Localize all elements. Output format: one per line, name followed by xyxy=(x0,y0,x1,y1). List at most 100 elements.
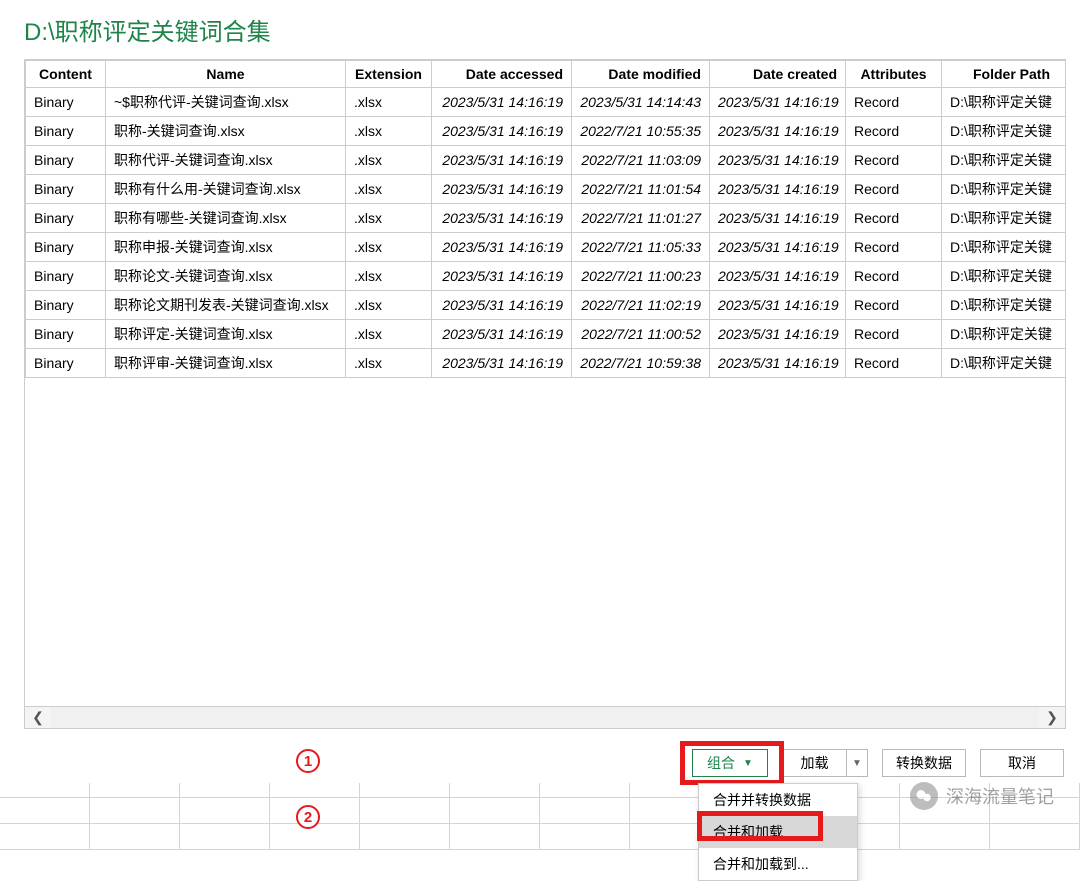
cell-date-created: 2023/5/31 14:16:19 xyxy=(710,88,846,117)
cell-content: Binary xyxy=(26,349,106,378)
table-row[interactable]: Binary职称论文期刊发表-关键词查询.xlsx.xlsx2023/5/31 … xyxy=(26,291,1066,320)
table-row[interactable]: Binary~$职称代评-关键词查询.xlsx.xlsx2023/5/31 14… xyxy=(26,88,1066,117)
scroll-track[interactable] xyxy=(51,707,1039,728)
cell-date-created: 2023/5/31 14:16:19 xyxy=(710,204,846,233)
cell-name: 职称论文期刊发表-关键词查询.xlsx xyxy=(106,291,346,320)
load-split-button: 加载 ▼ xyxy=(782,749,868,777)
cell-date-created: 2023/5/31 14:16:19 xyxy=(710,175,846,204)
col-header-date-modified[interactable]: Date modified xyxy=(572,61,710,88)
cell-attributes: Record xyxy=(846,233,942,262)
cell-content: Binary xyxy=(26,117,106,146)
cell-attributes: Record xyxy=(846,88,942,117)
cell-date-accessed: 2023/5/31 14:16:19 xyxy=(432,233,572,262)
table-row[interactable]: Binary职称-关键词查询.xlsx.xlsx2023/5/31 14:16:… xyxy=(26,117,1066,146)
cell-name: ~$职称代评-关键词查询.xlsx xyxy=(106,88,346,117)
table-row[interactable]: Binary职称评审-关键词查询.xlsx.xlsx2023/5/31 14:1… xyxy=(26,349,1066,378)
cell-attributes: Record xyxy=(846,175,942,204)
cell-content: Binary xyxy=(26,88,106,117)
cell-date-modified: 2022/7/21 10:59:38 xyxy=(572,349,710,378)
cell-folder-path: D:\职称评定关键 xyxy=(942,349,1066,378)
table-row[interactable]: Binary职称有什么用-关键词查询.xlsx.xlsx2023/5/31 14… xyxy=(26,175,1066,204)
cell-content: Binary xyxy=(26,146,106,175)
cell-date-modified: 2022/7/21 11:00:23 xyxy=(572,262,710,291)
dialog-button-row: 组合 ▼ 合并并转换数据 合并和加载 合并和加载到... 加载 ▼ 转换数据 取… xyxy=(0,729,1080,777)
col-header-content[interactable]: Content xyxy=(26,61,106,88)
cell-content: Binary xyxy=(26,320,106,349)
col-header-name[interactable]: Name xyxy=(106,61,346,88)
table-row[interactable]: Binary职称有哪些-关键词查询.xlsx.xlsx2023/5/31 14:… xyxy=(26,204,1066,233)
cell-date-created: 2023/5/31 14:16:19 xyxy=(710,262,846,291)
load-button[interactable]: 加载 xyxy=(782,749,846,777)
cell-date-modified: 2023/5/31 14:14:43 xyxy=(572,88,710,117)
table-row[interactable]: Binary职称评定-关键词查询.xlsx.xlsx2023/5/31 14:1… xyxy=(26,320,1066,349)
cell-content: Binary xyxy=(26,262,106,291)
cell-name: 职称有什么用-关键词查询.xlsx xyxy=(106,175,346,204)
page-title: D:\职称评定关键词合集 xyxy=(0,0,1080,55)
background-spreadsheet-grid xyxy=(0,772,1080,852)
cell-attributes: Record xyxy=(846,262,942,291)
cell-extension: .xlsx xyxy=(346,349,432,378)
cell-date-created: 2023/5/31 14:16:19 xyxy=(710,291,846,320)
scroll-left-icon[interactable]: ❮ xyxy=(25,708,51,728)
cell-attributes: Record xyxy=(846,117,942,146)
cell-attributes: Record xyxy=(846,320,942,349)
cell-attributes: Record xyxy=(846,349,942,378)
cell-attributes: Record xyxy=(846,291,942,320)
cell-content: Binary xyxy=(26,291,106,320)
scroll-right-icon[interactable]: ❯ xyxy=(1039,708,1065,728)
cell-content: Binary xyxy=(26,204,106,233)
cell-extension: .xlsx xyxy=(346,233,432,262)
preview-table-container: Content Name Extension Date accessed Dat… xyxy=(24,59,1066,729)
cell-date-created: 2023/5/31 14:16:19 xyxy=(710,233,846,262)
cell-date-modified: 2022/7/21 11:00:52 xyxy=(572,320,710,349)
table-row[interactable]: Binary职称申报-关键词查询.xlsx.xlsx2023/5/31 14:1… xyxy=(26,233,1066,262)
cell-date-created: 2023/5/31 14:16:19 xyxy=(710,349,846,378)
col-header-date-accessed[interactable]: Date accessed xyxy=(432,61,572,88)
col-header-attributes[interactable]: Attributes xyxy=(846,61,942,88)
combine-dropdown-menu: 合并并转换数据 合并和加载 合并和加载到... xyxy=(698,783,858,881)
col-header-folder-path[interactable]: Folder Path xyxy=(942,61,1066,88)
cell-extension: .xlsx xyxy=(346,88,432,117)
cell-attributes: Record xyxy=(846,204,942,233)
col-header-extension[interactable]: Extension xyxy=(346,61,432,88)
cell-name: 职称评定-关键词查询.xlsx xyxy=(106,320,346,349)
caret-down-icon: ▼ xyxy=(852,758,862,769)
combine-button[interactable]: 组合 ▼ xyxy=(692,749,768,777)
table-header-row: Content Name Extension Date accessed Dat… xyxy=(26,61,1066,88)
cell-folder-path: D:\职称评定关键 xyxy=(942,320,1066,349)
cell-date-modified: 2022/7/21 10:55:35 xyxy=(572,117,710,146)
cancel-button[interactable]: 取消 xyxy=(980,749,1064,777)
cell-date-modified: 2022/7/21 11:01:27 xyxy=(572,204,710,233)
load-dropdown-button[interactable]: ▼ xyxy=(846,749,868,777)
cell-date-accessed: 2023/5/31 14:16:19 xyxy=(432,349,572,378)
cell-name: 职称有哪些-关键词查询.xlsx xyxy=(106,204,346,233)
cell-folder-path: D:\职称评定关键 xyxy=(942,117,1066,146)
cell-date-accessed: 2023/5/31 14:16:19 xyxy=(432,88,572,117)
cell-folder-path: D:\职称评定关键 xyxy=(942,175,1066,204)
cell-name: 职称代评-关键词查询.xlsx xyxy=(106,146,346,175)
cell-date-accessed: 2023/5/31 14:16:19 xyxy=(432,262,572,291)
menu-item-merge-load[interactable]: 合并和加载 xyxy=(699,816,857,848)
col-header-date-created[interactable]: Date created xyxy=(710,61,846,88)
cell-extension: .xlsx xyxy=(346,204,432,233)
preview-table: Content Name Extension Date accessed Dat… xyxy=(25,60,1065,378)
horizontal-scrollbar[interactable]: ❮ ❯ xyxy=(25,706,1065,728)
cell-date-accessed: 2023/5/31 14:16:19 xyxy=(432,117,572,146)
cell-attributes: Record xyxy=(846,146,942,175)
cell-date-accessed: 2023/5/31 14:16:19 xyxy=(432,204,572,233)
transform-data-button[interactable]: 转换数据 xyxy=(882,749,966,777)
menu-item-merge-load-to[interactable]: 合并和加载到... xyxy=(699,848,857,880)
cell-folder-path: D:\职称评定关键 xyxy=(942,204,1066,233)
cell-date-accessed: 2023/5/31 14:16:19 xyxy=(432,291,572,320)
cell-extension: .xlsx xyxy=(346,146,432,175)
cell-date-modified: 2022/7/21 11:01:54 xyxy=(572,175,710,204)
table-row[interactable]: Binary职称论文-关键词查询.xlsx.xlsx2023/5/31 14:1… xyxy=(26,262,1066,291)
cell-content: Binary xyxy=(26,175,106,204)
cell-date-accessed: 2023/5/31 14:16:19 xyxy=(432,175,572,204)
annotation-badge-1: 1 xyxy=(296,749,320,773)
table-row[interactable]: Binary职称代评-关键词查询.xlsx.xlsx2023/5/31 14:1… xyxy=(26,146,1066,175)
menu-item-merge-transform[interactable]: 合并并转换数据 xyxy=(699,784,857,816)
cell-name: 职称-关键词查询.xlsx xyxy=(106,117,346,146)
cell-date-created: 2023/5/31 14:16:19 xyxy=(710,117,846,146)
cell-name: 职称评审-关键词查询.xlsx xyxy=(106,349,346,378)
